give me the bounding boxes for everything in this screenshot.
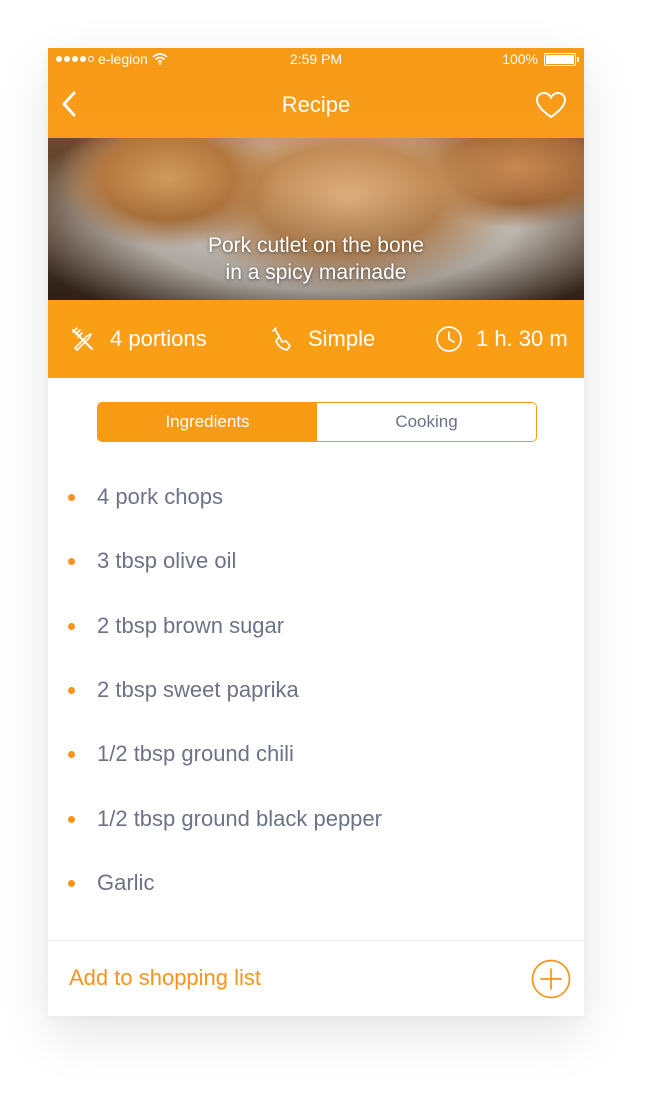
difficulty-info: Simple: [266, 324, 375, 354]
battery-percent: 100%: [502, 51, 538, 67]
ingredient-text: Garlic: [97, 870, 155, 895]
plus-circle-icon[interactable]: [531, 959, 571, 999]
recipe-screen: e-legion 2:59 PM 100% Recipe Pork cutlet…: [48, 48, 584, 1016]
bullet-icon: [68, 623, 75, 630]
page-title: Recipe: [281, 92, 351, 117]
recipe-info-bar: 4 portions Simple 1 h. 30 m: [48, 300, 584, 378]
chef-hand-icon: [272, 327, 291, 351]
ingredient-text: 3 tbsp olive oil: [97, 548, 237, 573]
cutlery-icon: [72, 327, 93, 351]
recipe-hero-image: Pork cutlet on the bone in a spicy marin…: [48, 138, 584, 300]
portions-info: 4 portions: [68, 324, 207, 354]
bullet-icon: [68, 687, 75, 694]
ingredient-text: 1/2 tbsp ground black pepper: [97, 806, 382, 831]
navbar: Recipe: [48, 70, 584, 138]
bullet-icon: [68, 558, 75, 565]
status-right: 100%: [502, 51, 579, 67]
bullet-icon: [68, 494, 75, 501]
bullet-icon: [68, 816, 75, 823]
header: e-legion 2:59 PM 100% Recipe: [48, 48, 584, 138]
ingredient-text: 4 pork chops: [97, 484, 223, 509]
recipe-title-line-2: in a spicy marinade: [225, 261, 407, 284]
bullet-icon: [68, 880, 75, 887]
add-to-shopping-list-link[interactable]: Add to shopping list: [69, 965, 261, 991]
tab-ingredients[interactable]: Ingredients: [98, 403, 317, 441]
time-label: 1 h. 30 m: [476, 326, 568, 351]
ingredient-text: 2 tbsp brown sugar: [97, 613, 285, 638]
clock-icon: [436, 326, 462, 352]
battery-icon: [544, 52, 579, 66]
ingredient-text: 1/2 tbsp ground chili: [97, 741, 294, 766]
tab-cooking[interactable]: Cooking: [317, 403, 536, 441]
time-info: 1 h. 30 m: [434, 324, 568, 354]
status-bar: e-legion 2:59 PM 100%: [48, 48, 584, 70]
tab-switcher: Ingredients Cooking: [97, 402, 537, 442]
difficulty-label: Simple: [308, 326, 376, 351]
heart-icon[interactable]: [534, 90, 568, 120]
ingredient-text: 2 tbsp sweet paprika: [97, 677, 299, 702]
bullet-icon: [68, 751, 75, 758]
shopping-list-footer: Add to shopping list: [48, 940, 584, 1016]
recipe-title-line-1: Pork cutlet on the bone: [208, 234, 424, 257]
recipe-title: Pork cutlet on the bone in a spicy marin…: [48, 232, 584, 286]
portions-label: 4 portions: [110, 326, 207, 351]
